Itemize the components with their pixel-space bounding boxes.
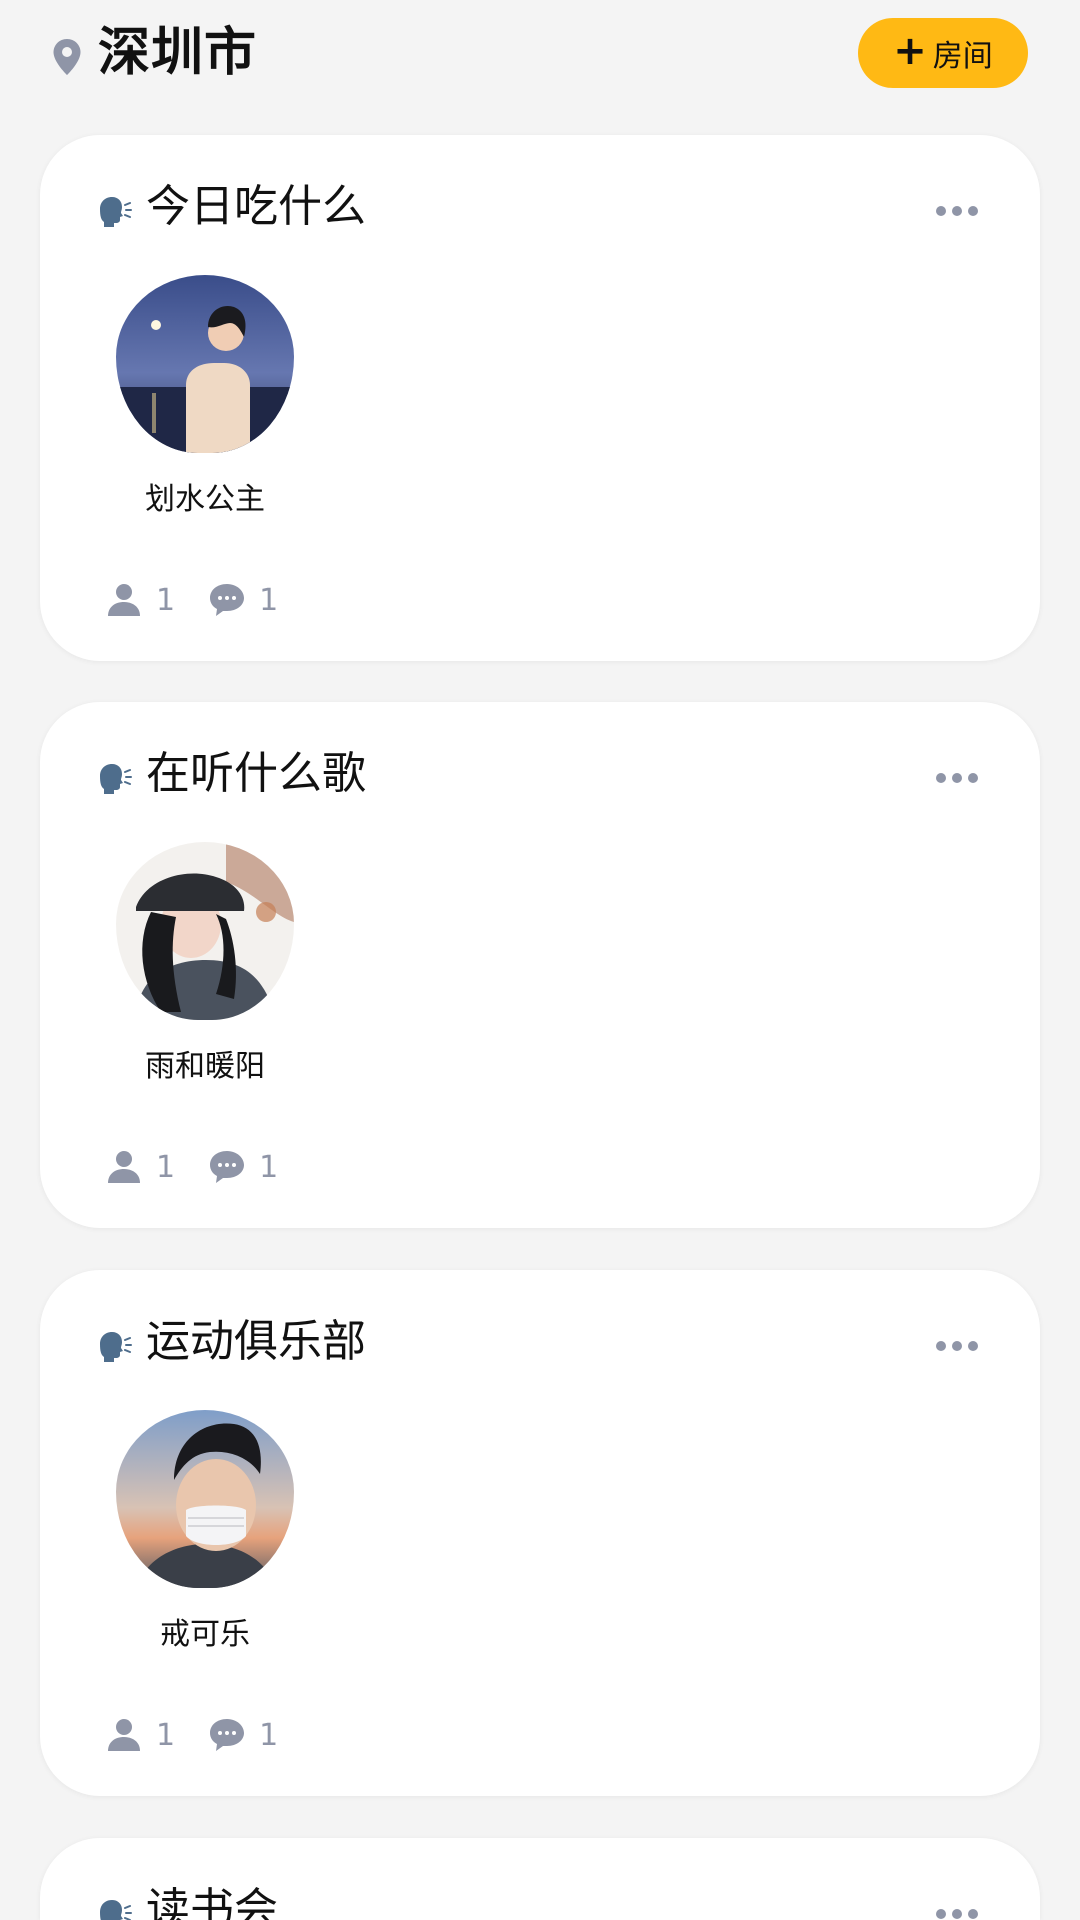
member-avatar[interactable] xyxy=(116,1410,294,1588)
more-icon[interactable] xyxy=(936,770,980,786)
location-pin-icon xyxy=(53,39,81,75)
room-title: 运动俱乐部 xyxy=(146,1316,366,1367)
person-icon xyxy=(108,1719,140,1751)
room-stats: 1 1 xyxy=(104,1710,310,1760)
more-icon[interactable] xyxy=(936,1338,980,1354)
city-name[interactable]: 深圳市 xyxy=(98,18,257,88)
more-icon[interactable] xyxy=(936,1906,980,1920)
room-card[interactable]: 运动俱乐部 戒可乐 1 1 xyxy=(40,1270,1040,1796)
room-stats: 1 1 xyxy=(104,575,310,625)
member-avatar[interactable] xyxy=(116,842,294,1020)
message-count: 1 xyxy=(207,1147,278,1187)
member-name: 划水公主 xyxy=(145,482,265,517)
more-icon[interactable] xyxy=(936,203,980,219)
person-icon xyxy=(108,1151,140,1183)
room-title: 在听什么歌 xyxy=(146,748,366,799)
room-card[interactable]: 读书会 xyxy=(40,1838,1040,1920)
plus-icon: + xyxy=(893,28,927,74)
room-stats: 1 1 xyxy=(104,1142,310,1192)
person-icon xyxy=(108,584,140,616)
top-bar: 深圳市 + 房间 xyxy=(0,0,1080,110)
speaking-head-icon xyxy=(100,1900,132,1920)
room-title: 读书会 xyxy=(146,1884,278,1920)
message-count: 1 xyxy=(207,1715,278,1755)
room-card[interactable]: 在听什么歌 雨和暖阳 1 1 xyxy=(40,702,1040,1228)
people-count: 1 xyxy=(104,1715,175,1755)
add-room-label: 房间 xyxy=(932,39,993,74)
speaking-head-icon xyxy=(100,764,132,794)
chat-bubble-icon xyxy=(210,584,245,616)
chat-bubble-icon xyxy=(210,1151,245,1183)
message-count: 1 xyxy=(207,580,278,620)
speaking-head-icon xyxy=(100,1332,132,1362)
member-name: 雨和暖阳 xyxy=(145,1049,265,1084)
chat-bubble-icon xyxy=(210,1719,245,1751)
people-count: 1 xyxy=(104,580,175,620)
add-room-button[interactable]: + 房间 xyxy=(858,18,1028,88)
member-name: 戒可乐 xyxy=(160,1617,250,1652)
member-avatar[interactable] xyxy=(116,275,294,453)
room-title: 今日吃什么 xyxy=(146,181,366,232)
people-count: 1 xyxy=(104,1147,175,1187)
room-card[interactable]: 今日吃什么 划水公主 1 1 xyxy=(40,135,1040,661)
speaking-head-icon xyxy=(100,197,132,227)
